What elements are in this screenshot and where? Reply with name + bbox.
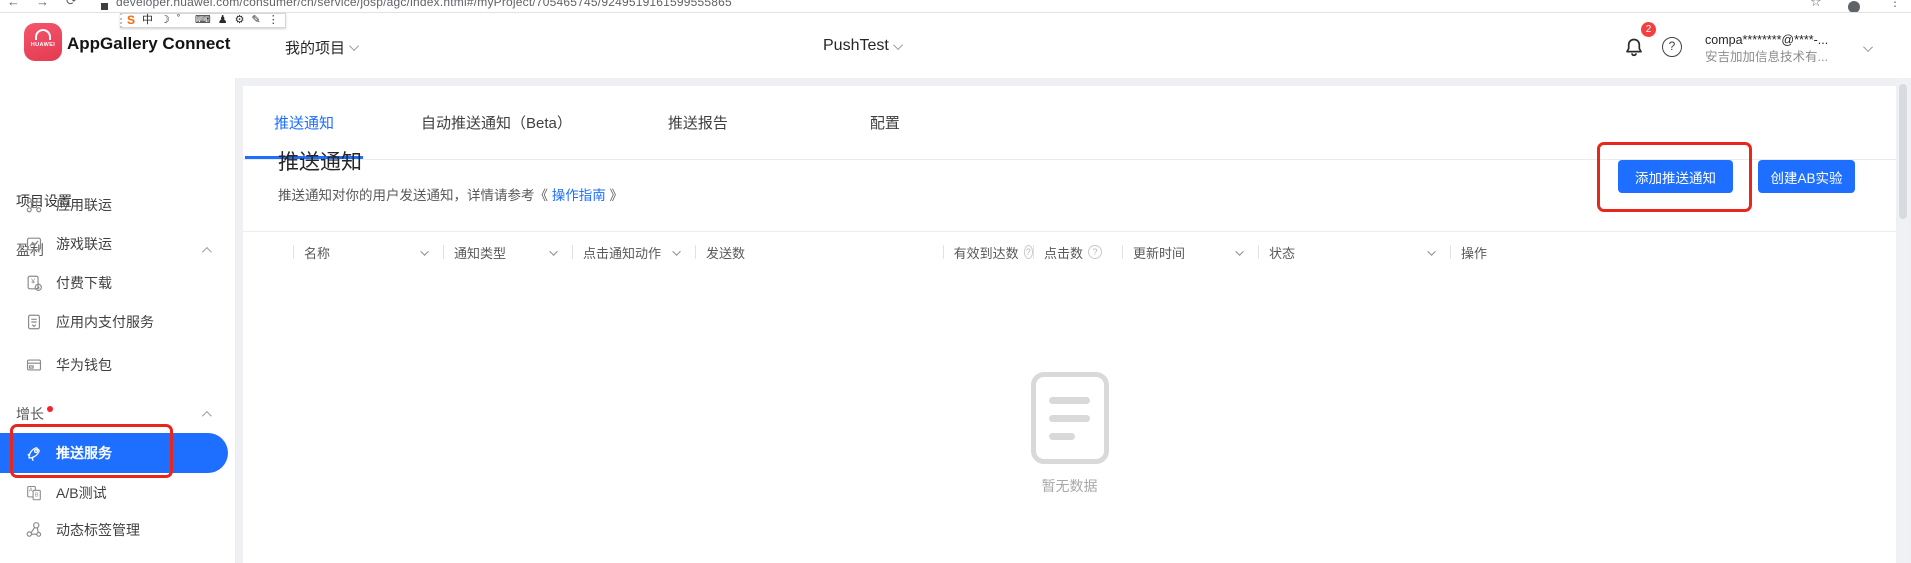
address-bar[interactable]: developer.huawei.com/consumer/cn/service… <box>116 0 732 9</box>
empty-document-icon <box>1031 372 1109 464</box>
nav-my-projects[interactable]: 我的项目 <box>285 37 359 58</box>
column-sent-count[interactable]: 发送数 <box>695 245 943 259</box>
browser-reload-icon[interactable]: ⟳ <box>66 0 77 9</box>
ime-toolbar: S 中 ☽ ゜ ⌨ ♟ ⚙ ✎ ⋮ <box>120 13 286 28</box>
tab-push-report[interactable]: 推送报告 <box>667 86 729 159</box>
page-scrollbar <box>1897 79 1908 563</box>
sidebar-item-iap[interactable]: 应用内支付服务 <box>0 303 235 341</box>
page-description: 推送通知对你的用户发送通知，详情请参考《 操作指南 》 <box>278 184 623 204</box>
notification-badge: 2 <box>1641 22 1656 37</box>
help-icon[interactable]: ? <box>1662 37 1682 57</box>
ime-lang-icon[interactable]: 中 <box>142 14 153 27</box>
sidebar: 项目设置 盈利 应用联运 游戏联运 ¥ <box>0 78 236 563</box>
sidebar-item-app-union[interactable]: 应用联运 <box>0 186 235 224</box>
rocket-icon <box>25 444 43 462</box>
column-click-action[interactable]: 点击通知动作 <box>572 245 695 259</box>
site-icon <box>101 3 108 10</box>
project-switcher[interactable]: PushTest <box>823 37 903 55</box>
appgallery-logo: HUAWEI <box>24 23 62 61</box>
help-circle-icon[interactable]: ? <box>1088 245 1102 259</box>
new-indicator-dot <box>47 406 53 412</box>
table-header: 名称 通知类型 点击通知动作 发送数 有效到达数 ? 点击数 ? <box>243 231 1896 272</box>
game-union-icon <box>25 235 43 253</box>
sidebar-item-paid-download[interactable]: ¥ 付费下载 <box>0 264 235 302</box>
svg-text:¥: ¥ <box>31 276 36 285</box>
ime-shape-icon[interactable]: ☽ <box>160 14 170 27</box>
tab-config[interactable]: 配置 <box>869 86 901 159</box>
chevron-down-icon <box>1430 243 1436 261</box>
sidebar-item-dynamic-tag[interactable]: 动态标签管理 <box>0 511 235 549</box>
ime-keyboard-icon[interactable]: ⌨ <box>195 14 211 27</box>
sidebar-item-ab-test[interactable]: A B A/B测试 <box>0 474 235 512</box>
account-company: 安吉加加信息技术有... <box>1705 49 1861 66</box>
paid-download-icon: ¥ <box>25 274 43 292</box>
chevron-down-icon <box>423 243 429 261</box>
help-circle-icon[interactable]: ? <box>1024 245 1033 259</box>
sidebar-section-grow[interactable]: 增长 <box>0 395 235 433</box>
empty-state: 暂无数据 <box>243 372 1896 496</box>
ime-punct-icon[interactable]: ゜ <box>177 14 188 27</box>
account-email: compa********@****-... <box>1705 32 1861 49</box>
account-menu[interactable]: compa********@****-... 安吉加加信息技术有... <box>1705 32 1861 66</box>
ime-more-icon[interactable]: ⋮ <box>268 14 279 27</box>
chevron-down-icon <box>893 40 903 50</box>
svg-text:B: B <box>35 492 39 498</box>
app-union-icon <box>25 196 43 214</box>
chevron-up-icon <box>202 410 212 420</box>
notification-bell-icon[interactable] <box>1622 35 1646 59</box>
browser-menu-icon[interactable]: ⋮ <box>1889 0 1901 9</box>
bookmark-star-icon[interactable]: ☆ <box>1810 0 1822 10</box>
browser-back-icon[interactable]: ← <box>7 0 20 9</box>
tab-bar: 推送通知 自动推送通知（Beta） 推送报告 配置 <box>243 86 1896 160</box>
page-title: 推送通知 <box>278 146 362 176</box>
wallet-icon <box>25 356 43 374</box>
browser-profile-avatar[interactable] <box>1848 1 1860 13</box>
create-ab-test-button[interactable]: 创建AB实验 <box>1758 160 1855 193</box>
chevron-down-icon <box>675 243 681 261</box>
ime-clipboard-icon[interactable]: ✎ <box>252 14 261 27</box>
column-operation[interactable]: 操作 <box>1450 245 1861 259</box>
brand-title: AppGallery Connect <box>67 34 230 54</box>
sogou-logo-icon[interactable]: S <box>127 14 135 27</box>
guide-link[interactable]: 操作指南 <box>552 188 606 203</box>
browser-forward-icon[interactable]: → <box>36 0 49 9</box>
sidebar-item-game-union[interactable]: 游戏联运 <box>0 225 235 263</box>
tab-auto-push-beta[interactable]: 自动推送通知（Beta） <box>421 86 572 159</box>
sidebar-item-push-service[interactable]: 推送服务 <box>0 433 228 473</box>
ime-user-icon[interactable]: ♟ <box>218 14 228 27</box>
account-chevron-icon[interactable] <box>1863 42 1873 52</box>
column-status[interactable]: 状态 <box>1258 245 1450 259</box>
iap-service-icon <box>25 313 43 331</box>
column-update-time[interactable]: 更新时间 <box>1122 245 1258 259</box>
chevron-down-icon <box>1238 243 1244 261</box>
chevron-down-icon <box>349 41 359 51</box>
column-notification-type[interactable]: 通知类型 <box>443 245 572 259</box>
empty-state-text: 暂无数据 <box>243 476 1896 496</box>
browser-chrome: ← → ⟳ developer.huawei.com/consumer/cn/s… <box>0 0 1911 13</box>
chevron-down-icon <box>552 243 558 261</box>
ab-test-icon: A B <box>25 484 43 502</box>
scrollbar-thumb[interactable] <box>1899 84 1907 219</box>
column-reach-count[interactable]: 有效到达数 ? <box>943 245 1033 259</box>
ime-tools-icon[interactable]: ⚙ <box>235 14 245 27</box>
column-click-count[interactable]: 点击数 ? <box>1033 245 1122 259</box>
column-name[interactable]: 名称 <box>293 245 443 259</box>
sidebar-item-huawei-wallet[interactable]: 华为钱包 <box>0 346 235 384</box>
app-header: HUAWEI AppGallery Connect 我的项目 PushTest … <box>0 13 1911 78</box>
main-panel: 推送通知 自动推送通知（Beta） 推送报告 配置 推送通知 推送通知对你的用户… <box>243 86 1896 563</box>
add-push-notification-button[interactable]: 添加推送通知 <box>1618 160 1733 193</box>
logo-bag-icon <box>35 29 51 40</box>
dynamic-tag-icon <box>25 521 43 539</box>
svg-text:A: A <box>29 487 33 493</box>
